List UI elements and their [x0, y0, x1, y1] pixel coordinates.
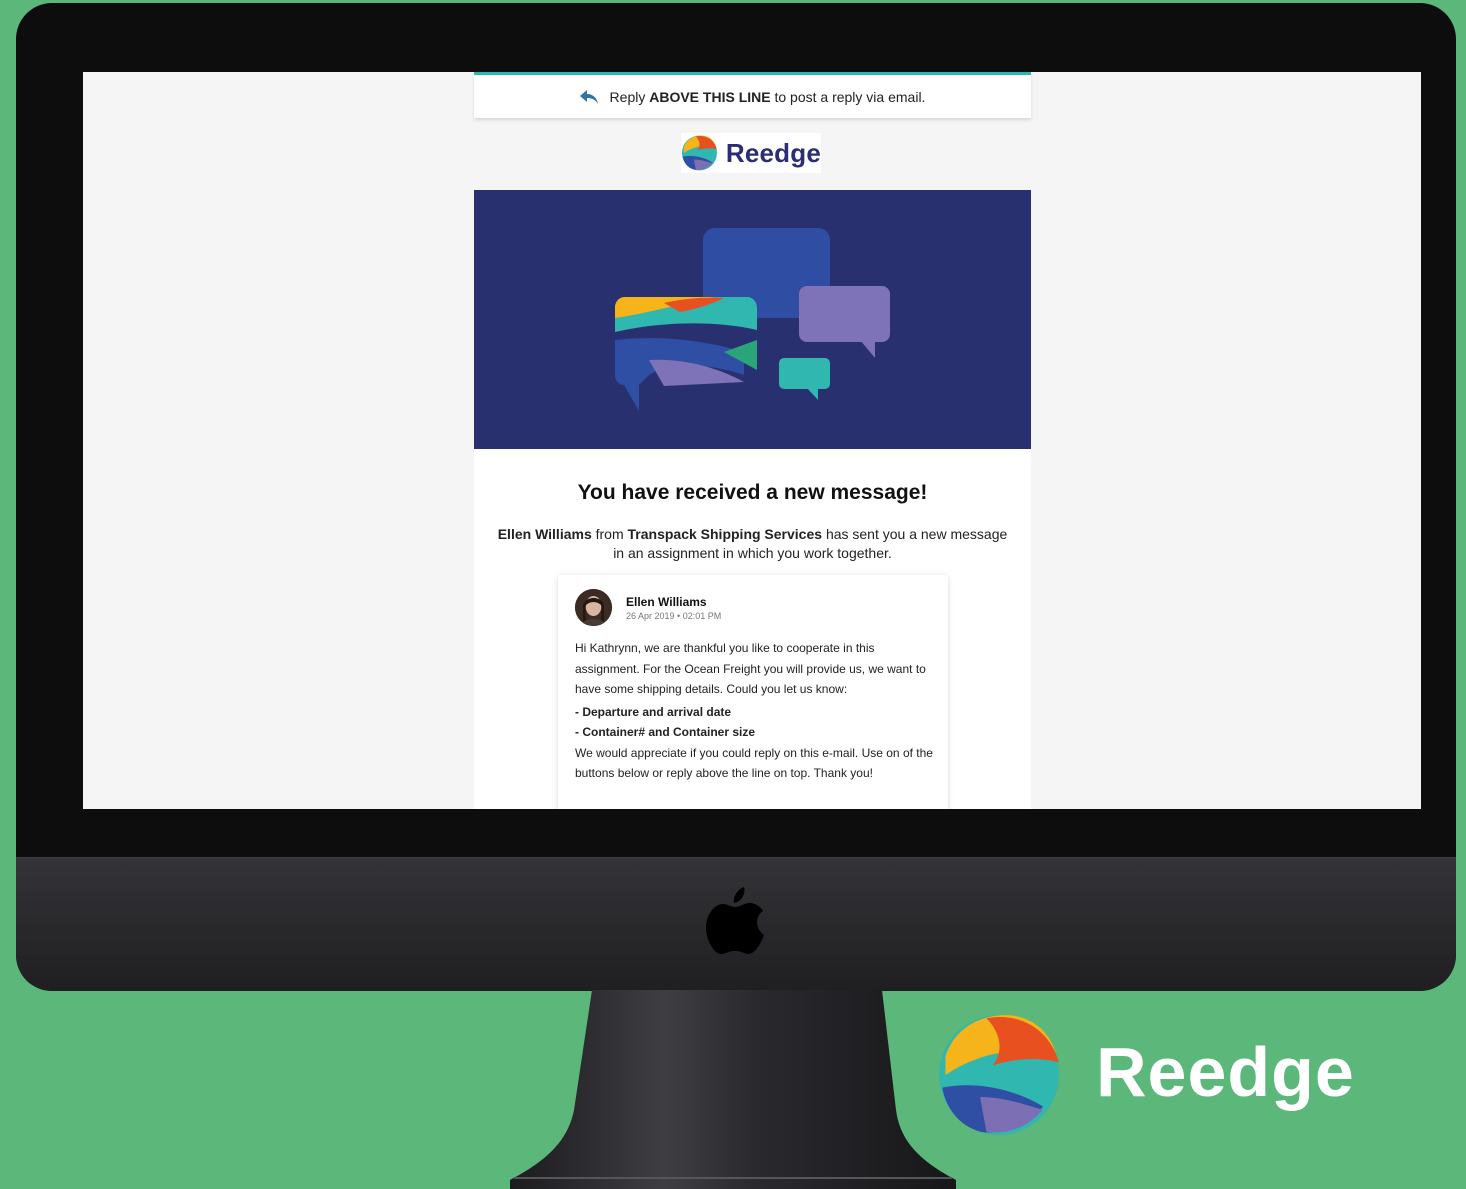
- reedge-logo-icon: [681, 135, 717, 171]
- apple-icon: [706, 887, 764, 954]
- message-sender: Ellen Williams: [626, 595, 707, 609]
- message-timestamp: 26 Apr 2019 • 02:01 PM: [626, 611, 722, 621]
- email-view: Reply ABOVE THIS LINE to post a reply vi…: [473, 72, 1031, 809]
- message-paragraph-1: Hi Kathrynn, we are thankful you like to…: [575, 641, 926, 696]
- chat-bubbles-illustration: [615, 228, 890, 411]
- email-headline: You have received a new message!: [577, 481, 928, 504]
- reply-emphasis: ABOVE THIS LINE: [649, 88, 771, 105]
- message-paragraph-2: We would appreciate if you could reply o…: [575, 745, 933, 781]
- reply-prefix: Reply: [609, 88, 646, 105]
- message-card: Ellen Williams 26 Apr 2019 • 02:01 PM Hi…: [558, 575, 948, 809]
- hero-banner: [474, 190, 1031, 449]
- intro-sender: Ellen Williams: [497, 526, 592, 542]
- monitor-frame: Reply ABOVE THIS LINE to post a reply vi…: [16, 3, 1456, 991]
- brand-logo: Reedge: [681, 133, 821, 173]
- message-bullet-2: - Container# and Container size: [575, 725, 756, 739]
- message-bullet-1: - Departure and arrival date: [575, 704, 732, 719]
- email-intro: Ellen Williams from Transpack Shipping S…: [494, 525, 1011, 563]
- reply-instruction-bar: Reply ABOVE THIS LINE to post a reply vi…: [474, 72, 1031, 118]
- email-body: You have received a new message! Ellen W…: [474, 449, 1031, 809]
- reply-arrow-icon: [579, 89, 598, 104]
- corner-wordmark: Reedge: [1096, 1033, 1355, 1111]
- corner-brand: Reedge: [936, 1012, 1376, 1142]
- message-text: Hi Kathrynn, we are thankful you like to…: [575, 638, 935, 784]
- reply-suffix: to post a reply via email.: [774, 88, 926, 105]
- reedge-logo-large-icon: [939, 1015, 1059, 1135]
- avatar: [575, 589, 612, 626]
- intro-from: from: [595, 526, 624, 542]
- intro-company: Transpack Shipping Services: [627, 526, 823, 542]
- brand-name: Reedge: [725, 137, 821, 168]
- monitor-screen: Reply ABOVE THIS LINE to post a reply vi…: [83, 72, 1421, 809]
- monitor-stand: [510, 990, 956, 1189]
